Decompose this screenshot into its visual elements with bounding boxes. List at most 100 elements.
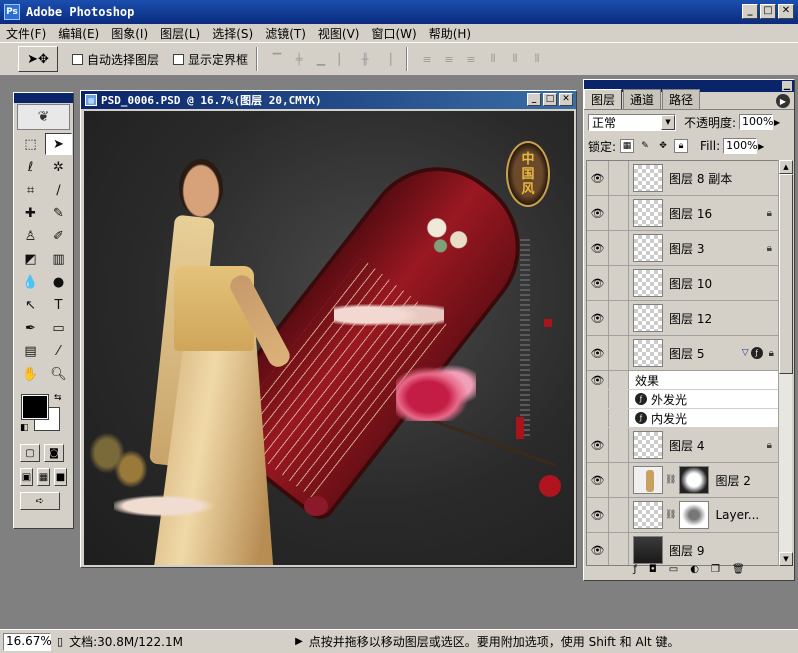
layer-row[interactable]: 👁︎ 图层 3 🔒︎ xyxy=(587,231,778,266)
tab-layers[interactable]: 图层 xyxy=(584,89,623,109)
layers-scrollbar[interactable]: ▲ ▼ xyxy=(778,160,793,566)
tab-channels[interactable]: 通道 xyxy=(623,89,662,109)
blur-tool-icon[interactable]: 💧 xyxy=(17,271,44,293)
jump-to-imageready-icon[interactable]: ➪ xyxy=(20,492,60,510)
document-info-icon[interactable]: ▯ xyxy=(57,635,63,648)
link-cell[interactable] xyxy=(609,266,629,300)
maximize-button[interactable]: □ xyxy=(760,4,776,19)
history-brush-tool-icon[interactable]: ✐ xyxy=(45,225,72,247)
add-mask-icon[interactable]: ◘ xyxy=(649,564,657,578)
link-cell[interactable] xyxy=(609,161,629,195)
menu-layer[interactable]: 图层(L) xyxy=(154,25,206,42)
layer-row[interactable]: 👁︎ 图层 4 🔒︎ xyxy=(587,428,778,463)
new-set-icon[interactable]: ▭ xyxy=(669,564,678,578)
hand-tool-icon[interactable]: ✋ xyxy=(17,363,44,385)
layer-row[interactable]: 👁︎ 图层 12 xyxy=(587,301,778,336)
foreground-color-swatch[interactable] xyxy=(21,394,49,420)
blend-mode-select[interactable]: 正常 ▼ xyxy=(588,113,676,131)
close-button[interactable]: ✕ xyxy=(778,4,794,19)
doc-minimize-button[interactable]: _ xyxy=(527,93,541,106)
layer-row[interactable]: 👁︎ 图层 8 副本 xyxy=(587,161,778,196)
gradient-tool-icon[interactable]: ▥ xyxy=(45,248,72,270)
menu-image[interactable]: 图象(I) xyxy=(105,25,154,42)
show-bounding-box-checkbox[interactable]: 显示定界框 xyxy=(173,51,248,68)
document-title-bar[interactable]: ▤ PSD_0006.PSD @ 16.7%(图层 20,CMYK) xyxy=(81,91,576,109)
expand-triangle-icon[interactable]: ▽ xyxy=(742,348,749,358)
layer-row[interactable]: 👁︎ 图层 10 xyxy=(587,266,778,301)
opacity-input[interactable]: 100% xyxy=(739,114,774,130)
new-layer-icon[interactable]: ❐ xyxy=(711,564,720,578)
link-cell[interactable] xyxy=(609,196,629,230)
notes-tool-icon[interactable]: ▤ xyxy=(17,340,44,362)
toolbox-title-bar[interactable] xyxy=(14,93,73,103)
effect-row-inner-glow[interactable]: ƒ 内发光 xyxy=(587,409,778,428)
lock-pixels-icon[interactable]: ✎ xyxy=(638,139,652,153)
layer-row[interactable]: 👁︎ 图层 9 xyxy=(587,533,778,565)
palette-menu-icon[interactable]: ▶ xyxy=(776,94,790,108)
eye-icon[interactable]: 👁︎ xyxy=(587,161,609,195)
eye-icon[interactable]: 👁︎ xyxy=(587,463,609,497)
clone-stamp-tool-icon[interactable]: ♙ xyxy=(17,225,44,247)
zoom-input[interactable]: 16.67% xyxy=(3,632,52,651)
standard-screen-icon[interactable]: ▣ xyxy=(20,468,33,486)
menu-window[interactable]: 窗口(W) xyxy=(365,25,422,42)
eye-icon[interactable]: 👁︎ xyxy=(587,428,609,462)
image-canvas[interactable]: 中 国 风 xyxy=(84,111,574,565)
path-selection-tool-icon[interactable]: ↖ xyxy=(17,294,44,316)
quick-mask-mode-icon[interactable]: ◙ xyxy=(44,444,64,462)
full-screen-menu-icon[interactable]: ▦ xyxy=(37,468,50,486)
link-cell[interactable] xyxy=(609,498,629,532)
scroll-up-icon[interactable]: ▲ xyxy=(779,160,793,174)
tab-paths[interactable]: 路径 xyxy=(662,89,701,109)
eye-icon[interactable]: 👁︎ xyxy=(587,301,609,335)
eye-icon[interactable] xyxy=(587,409,609,427)
lock-position-icon[interactable]: ✥ xyxy=(656,139,670,153)
effect-row-outer-glow[interactable]: ƒ 外发光 xyxy=(587,390,778,409)
mask-link-icon[interactable]: ⛓ xyxy=(665,510,676,520)
link-cell[interactable] xyxy=(609,301,629,335)
menu-filter[interactable]: 滤镜(T) xyxy=(259,25,312,42)
layer-row[interactable]: 👁︎ ⛓ Layer... xyxy=(587,498,778,533)
fill-input[interactable]: 100% xyxy=(723,138,758,154)
link-cell[interactable] xyxy=(609,428,629,462)
align-top-icon[interactable]: ▔ xyxy=(268,51,286,67)
eraser-tool-icon[interactable]: ◩ xyxy=(17,248,44,270)
align-left-icon[interactable]: ▏ xyxy=(334,51,352,67)
mask-link-icon[interactable]: ⛓ xyxy=(665,475,676,485)
layer-effects-indicator[interactable]: ▽ ƒ 🔒︎ xyxy=(742,347,774,359)
dodge-tool-icon[interactable]: ● xyxy=(45,271,72,293)
adjustment-layer-icon[interactable]: ◐ xyxy=(690,564,699,578)
tool-preset-picker[interactable]: ➤✥ xyxy=(18,46,58,72)
full-screen-icon[interactable]: ■ xyxy=(54,468,67,486)
palette-minimize-icon[interactable]: ▁ xyxy=(782,81,792,91)
distribute-bottom-icon[interactable]: ≡ xyxy=(462,51,480,67)
crop-tool-icon[interactable]: ⌗ xyxy=(17,179,44,201)
status-menu-arrow-icon[interactable]: ▶ xyxy=(295,636,303,647)
fill-slider-icon[interactable]: ▶ xyxy=(758,142,764,151)
menu-select[interactable]: 选择(S) xyxy=(206,25,259,42)
healing-brush-tool-icon[interactable]: ✚ xyxy=(17,202,44,224)
eye-icon[interactable]: 👁︎ xyxy=(587,336,609,370)
menu-edit[interactable]: 编辑(E) xyxy=(52,25,105,42)
feather-logo-icon[interactable]: ❦ xyxy=(17,104,70,130)
brush-tool-icon[interactable]: ✎ xyxy=(45,202,72,224)
auto-select-layer-checkbox[interactable]: 自动选择图层 xyxy=(72,51,159,68)
link-cell[interactable] xyxy=(609,463,629,497)
minimize-button[interactable]: _ xyxy=(742,4,758,19)
opacity-slider-icon[interactable]: ▶ xyxy=(774,118,780,127)
eyedropper-tool-icon[interactable]: ⁄ xyxy=(45,340,72,362)
lock-transparency-icon[interactable]: ▦ xyxy=(620,139,635,153)
doc-close-button[interactable]: ✕ xyxy=(559,93,573,106)
move-tool-icon[interactable]: ➤ xyxy=(45,133,72,155)
layer-row[interactable]: 👁︎ ⛓ 图层 2 xyxy=(587,463,778,498)
distribute-vcenter-icon[interactable]: ≡ xyxy=(440,51,458,67)
distribute-right-icon[interactable]: ⦀ xyxy=(528,51,546,67)
link-cell[interactable] xyxy=(609,231,629,265)
type-tool-icon[interactable]: T xyxy=(45,294,72,316)
link-cell[interactable] xyxy=(609,533,629,565)
layer-mask-thumbnail[interactable] xyxy=(679,466,710,494)
layer-mask-thumbnail[interactable] xyxy=(679,501,710,529)
eye-icon[interactable]: 👁︎ xyxy=(587,231,609,265)
swap-colors-icon[interactable]: ⇆ xyxy=(54,393,62,403)
default-colors-icon[interactable]: ◧ xyxy=(20,423,29,433)
